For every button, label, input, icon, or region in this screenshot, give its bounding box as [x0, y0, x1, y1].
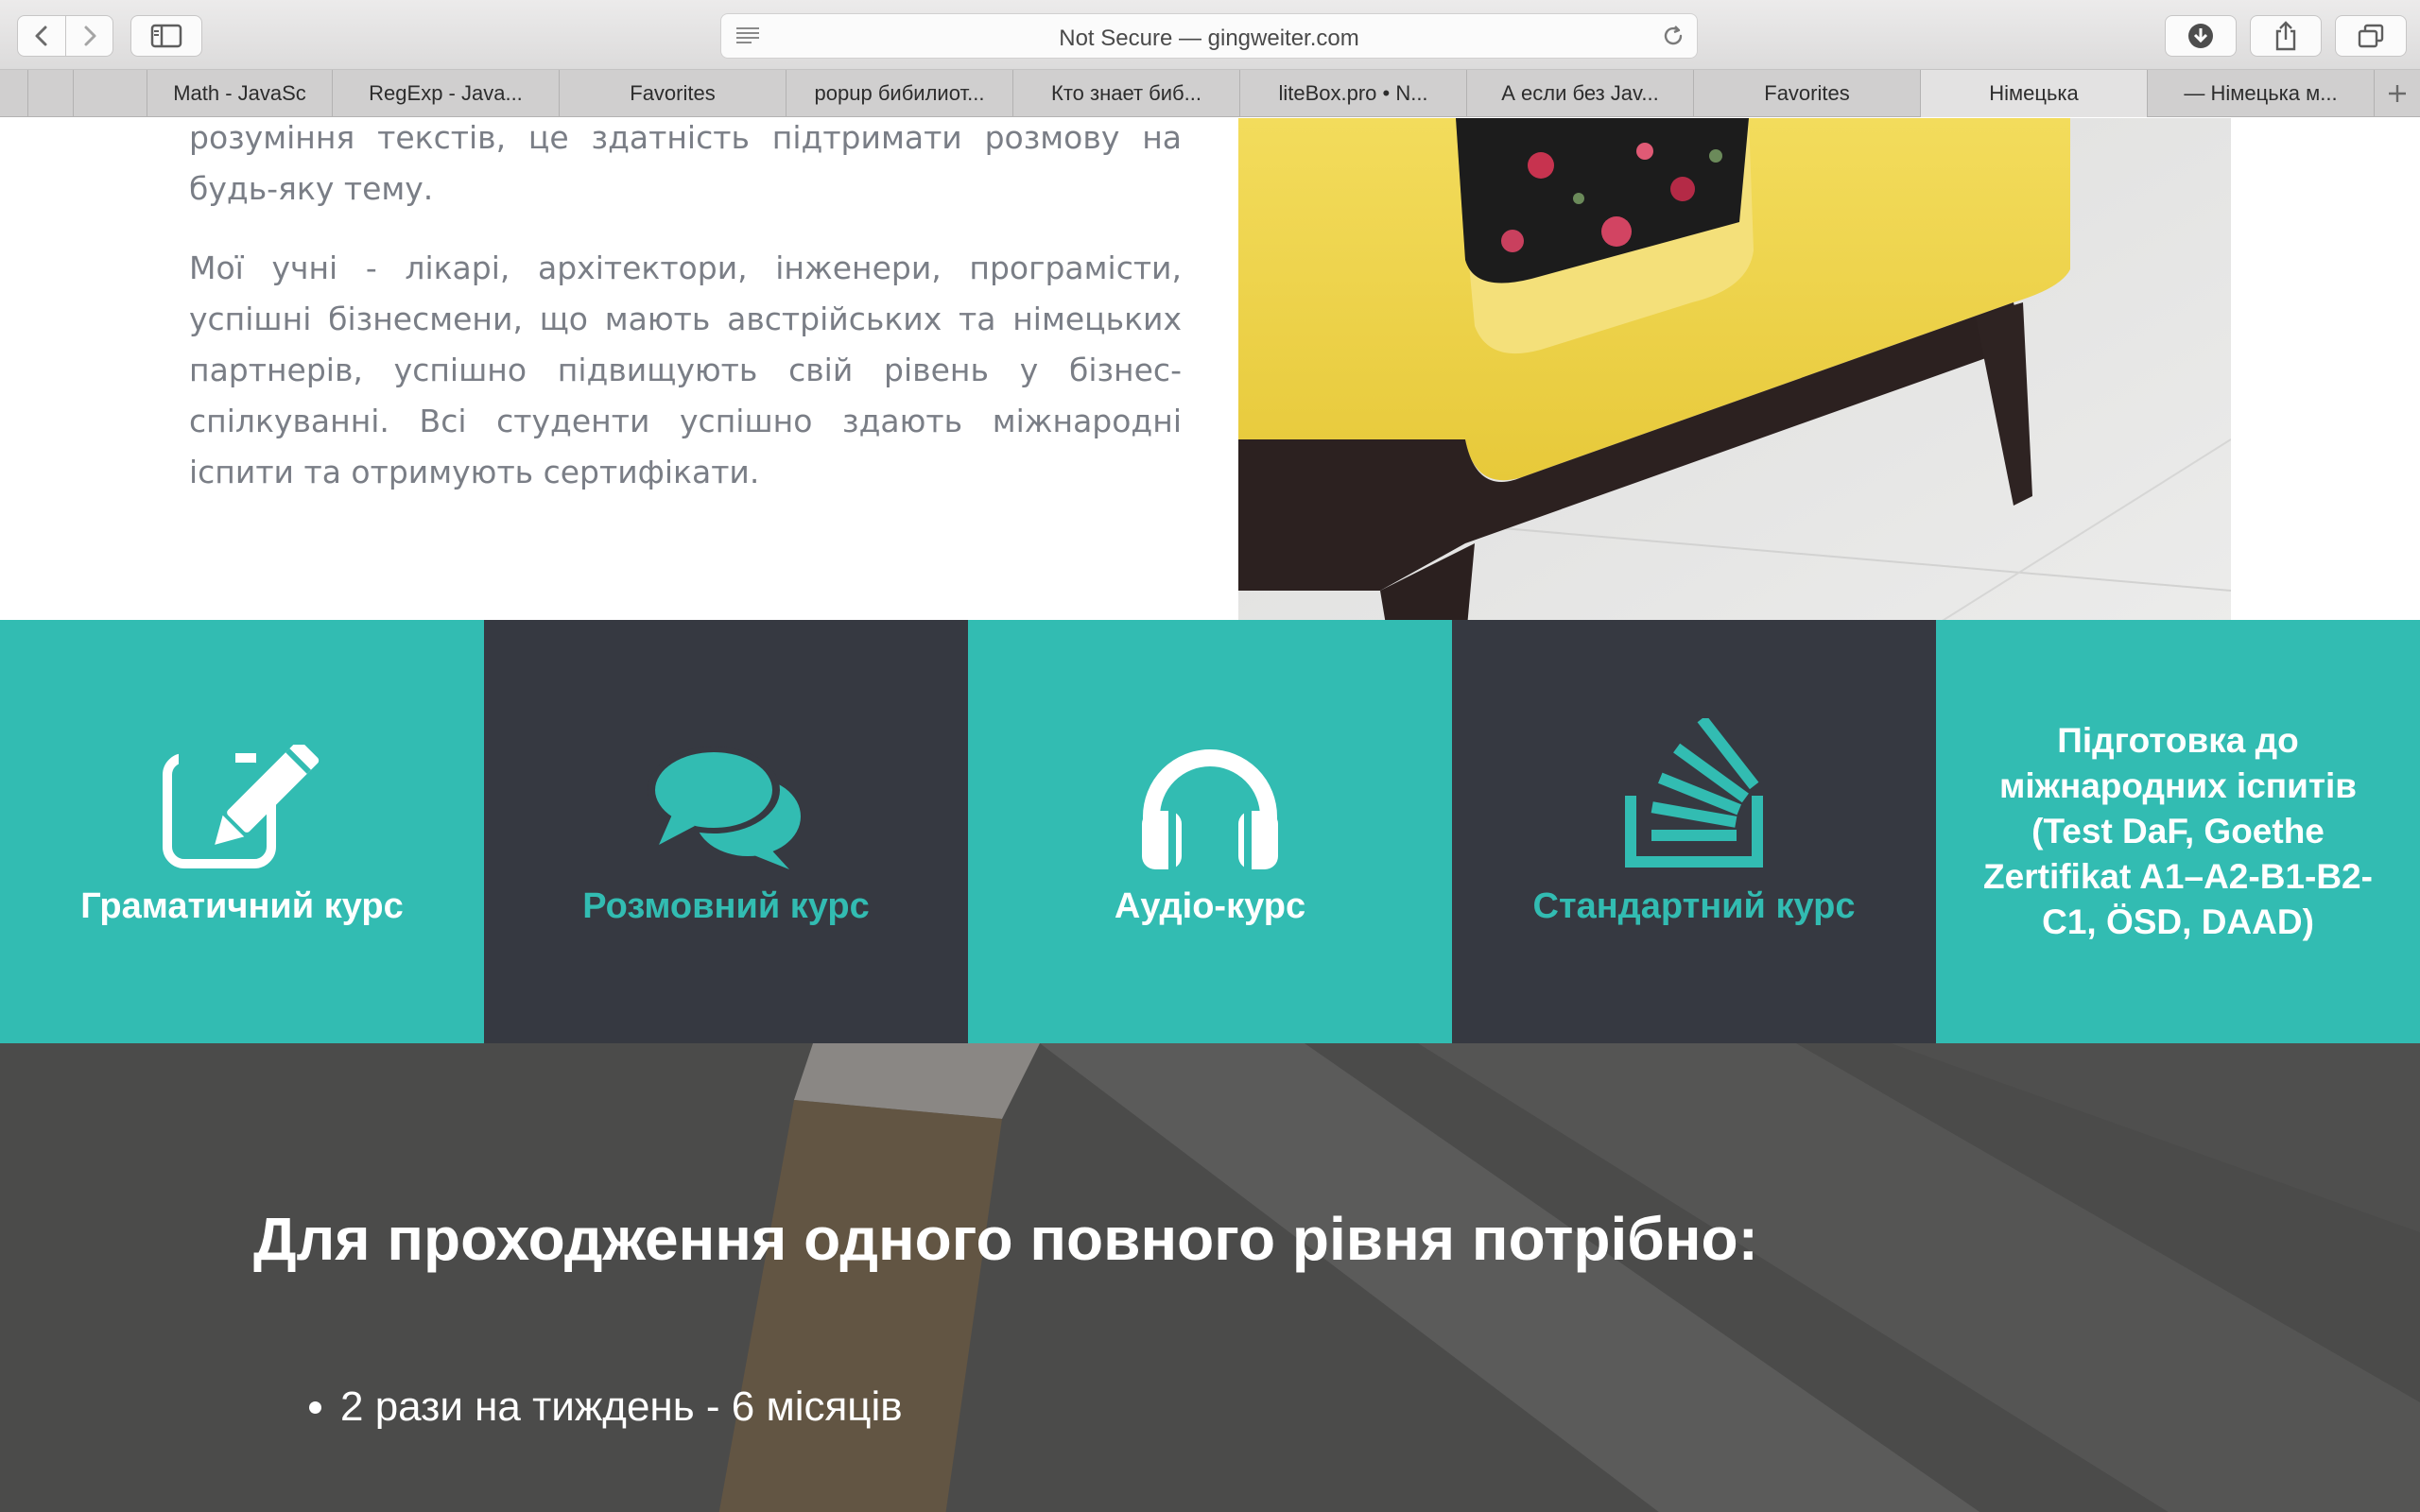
page-viewport[interactable]: розуміння текстів, це здатність підтрима…: [0, 118, 2420, 1512]
tab-label: RegExp - Java...: [369, 81, 523, 105]
downloads-button[interactable]: [2165, 15, 2237, 57]
chevron-right-icon: [84, 26, 95, 46]
share-button[interactable]: [2250, 15, 2322, 57]
tab-pinned-3[interactable]: [74, 70, 147, 116]
chair-photo: [1238, 118, 2231, 647]
browser-toolbar: Not Secure — gingweiter.com: [0, 0, 2420, 70]
download-icon: [2188, 24, 2213, 48]
tabs-icon: [2358, 24, 2384, 48]
feature-label: Розмовний курс: [582, 885, 870, 926]
tab-item[interactable]: popup бибилиот...: [786, 70, 1013, 117]
tab-item[interactable]: Math - JavaSc: [147, 70, 333, 117]
tabs-overview-button[interactable]: [2335, 15, 2407, 57]
address-bar[interactable]: Not Secure — gingweiter.com: [720, 13, 1698, 59]
navigation-buttons: [17, 15, 113, 57]
tab-item[interactable]: А если без Jav...: [1467, 70, 1694, 117]
tab-label: — Німецька м...: [2184, 81, 2338, 105]
tab-pinned-1[interactable]: [0, 70, 28, 116]
sidebar-button[interactable]: [130, 15, 202, 57]
tab-label: А если без Jav...: [1501, 81, 1659, 105]
feature-grammar-course[interactable]: Граматичний курс: [0, 620, 484, 1043]
feature-audio-course[interactable]: Аудіо-курс: [968, 620, 1452, 1043]
level-requirements-section: Для проходження одного повного рівня пот…: [0, 1043, 2420, 1512]
tab-label: Німецька: [1989, 81, 2079, 105]
tab-label: Math - JavaSc: [173, 81, 306, 105]
tab-item[interactable]: Favorites: [560, 70, 786, 117]
tab-label: Favorites: [630, 81, 716, 105]
tab-label: Favorites: [1764, 81, 1850, 105]
feature-label: Граматичний курс: [80, 885, 404, 926]
tab-item[interactable]: — Німецька м...: [2148, 70, 2375, 117]
tab-item-active[interactable]: Німецька: [1921, 70, 2148, 117]
list-item: 2 рази на тиждень - 6 місяців: [340, 1383, 903, 1431]
level-list: 2 рази на тиждень - 6 місяців: [340, 1383, 903, 1487]
forward-button[interactable]: [65, 16, 112, 56]
feature-speaking-course[interactable]: Розмовний курс: [484, 620, 968, 1043]
address-text[interactable]: Not Secure — gingweiter.com: [721, 26, 1697, 52]
course-features: Граматичний курс Розмовний курс Аудіо-ку…: [0, 620, 2420, 1043]
tab-pinned-2[interactable]: [28, 70, 74, 116]
intro-text: розуміння текстів, це здатність підтрима…: [189, 118, 1182, 526]
level-title: Для проходження одного повного рівня пот…: [253, 1205, 1758, 1273]
intro-paragraph-cut: розуміння текстів, це здатність підтрима…: [189, 119, 1182, 207]
sidebar-icon: [150, 24, 182, 48]
feature-exam-preparation[interactable]: Підготовка до міжнародних іспитів (Test …: [1936, 620, 2420, 1043]
feature-label: Підготовка до міжнародних іспитів (Test …: [1983, 721, 2373, 941]
tab-item[interactable]: Кто знает биб...: [1013, 70, 1240, 117]
chat-bubbles-icon: [646, 737, 806, 869]
tab-label: Кто знает биб...: [1051, 81, 1201, 105]
tab-label: popup бибилиот...: [814, 81, 985, 105]
tab-bar: Math - JavaSc RegExp - Java... Favorites…: [0, 70, 2420, 117]
tab-item[interactable]: RegExp - Java...: [333, 70, 560, 117]
chevron-left-icon: [35, 26, 47, 46]
tab-label: liteBox.pro • N...: [1278, 81, 1428, 105]
stack-overflow-icon: [1623, 717, 1765, 869]
back-button[interactable]: [18, 16, 65, 56]
feature-standard-course[interactable]: Стандартний курс: [1452, 620, 1936, 1043]
feature-label: Стандартний курс: [1532, 885, 1856, 926]
tab-item[interactable]: Favorites: [1694, 70, 1921, 117]
new-tab-button[interactable]: [2375, 70, 2420, 117]
feature-label: Аудіо-курс: [1114, 885, 1306, 926]
reload-icon[interactable]: [1661, 24, 1685, 53]
share-icon: [2275, 21, 2296, 51]
plus-icon: [2389, 85, 2406, 102]
headphones-icon: [1134, 737, 1286, 869]
intro-paragraph: Мої учні - лікарі, архітектори, інженери…: [189, 249, 1182, 490]
edit-icon: [162, 737, 322, 869]
tab-item[interactable]: liteBox.pro • N...: [1240, 70, 1467, 117]
